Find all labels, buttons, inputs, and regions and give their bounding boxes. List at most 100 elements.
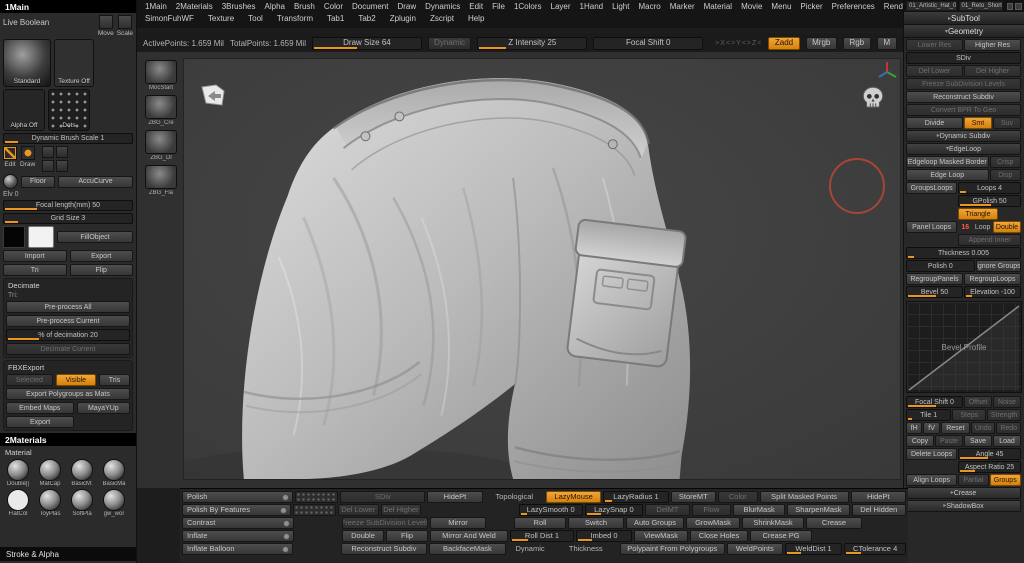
menu-item[interactable]: Zplugin [390,14,416,23]
material-thumb[interactable]: BasicMa [99,459,129,487]
shelf-button[interactable]: Dynamic [508,543,552,555]
stroke-alpha-footer[interactable]: Stroke & Alpha [0,547,136,561]
geometry-control[interactable]: Panel Loops [906,221,958,233]
dynamic-brush-scale-slider[interactable]: Dynamic Brush Scale 1 [3,133,133,144]
shelf-button[interactable]: Auto Groups [626,517,684,529]
scale-tool[interactable]: Scale [117,15,133,37]
mini-mode-icon[interactable] [42,146,55,158]
mini-mode-icon[interactable] [56,160,69,172]
geometry-control[interactable]: Loops 4 [958,182,1021,194]
menu-item[interactable]: Tab1 [327,14,344,23]
geometry-control[interactable]: GPolish 50 [958,195,1021,207]
shelf-button[interactable]: Double [342,530,384,542]
shelf-button[interactable]: Flow [691,504,731,516]
material-sphere-icon[interactable] [3,174,18,189]
shelf-button[interactable]: Del Higher [380,504,422,516]
shelf-button[interactable]: Topological [485,491,544,503]
shelf-button[interactable]: HidePt [427,491,483,503]
minimize-icon[interactable] [1006,2,1014,10]
shelf-button[interactable]: SDiv [340,491,426,503]
tool-strip-item[interactable]: MocStart [140,60,182,91]
shelf-button[interactable]: GrowMask [686,517,740,529]
geometry-control[interactable]: Reconstruct Subdiv [906,91,1021,103]
decimation-percent-slider[interactable]: % of decimation 20 [6,329,130,341]
shelf-button[interactable]: Contrast [182,517,294,529]
geometry-control[interactable]: Triangle [958,208,998,220]
shelf-button[interactable]: Split Masked Points [759,491,849,503]
shelf-button[interactable]: Roll Dist 1 [510,530,574,542]
home-page-arrow-icon[interactable] [200,83,226,112]
fbx-visible-toggle[interactable]: Visible [55,374,96,386]
mrgb-button[interactable]: Mrgb [805,36,837,50]
zadd-button[interactable]: Zadd [768,36,800,50]
document-viewport[interactable] [183,58,901,480]
shelf-button[interactable]: WeldPoints [726,543,783,555]
geometry-control[interactable]: Tile 1 [906,409,952,421]
geometry-control[interactable]: Double [992,221,1021,233]
shelf-button[interactable]: Switch [568,517,624,529]
geometry-control[interactable]: Partial [958,474,989,486]
material-thumb[interactable]: MatCap [35,459,65,487]
flip-button[interactable]: Flip [69,264,133,276]
shelf-button[interactable]: Del Lower [337,504,379,516]
mini-mode-icon[interactable] [42,160,55,172]
geometry-control[interactable]: Offset [964,396,992,408]
menu-item[interactable]: Layer [551,2,571,11]
material-thumb[interactable]: gw_wor [99,489,129,517]
subtool-section-header[interactable]: SubTool [904,12,1024,25]
geometry-control[interactable]: ShadowBox [906,500,1021,512]
geometry-control[interactable]: Disp [989,169,1021,181]
material-thumb[interactable]: BasicM: [67,459,97,487]
shelf-button[interactable]: Crease [806,517,862,529]
geometry-control[interactable]: Loop [973,221,992,233]
geometry-control[interactable]: Polish 0 [906,260,975,272]
axis-toggle[interactable]: >X< [715,40,731,47]
menu-item[interactable]: Edit [469,2,483,11]
shelf-button[interactable] [292,504,336,516]
accucurve-button[interactable]: AccuCurve [58,175,133,188]
shelf-button[interactable]: Imbed 0 [576,530,632,542]
geometry-control[interactable]: Edge Loop [906,169,989,181]
shelf-button[interactable]: WeldDist 1 [784,543,843,555]
material-thumb[interactable]: Double|| [3,459,33,487]
preprocess-current-button[interactable]: Pre-process Current [6,315,130,327]
geometry-control[interactable]: Save [964,435,992,447]
geometry-control[interactable]: GroupsLoops [906,182,958,194]
menu-item[interactable]: Macro [638,2,660,11]
geometry-control[interactable]: Copy [906,435,934,447]
menu-item[interactable]: Marker [670,2,695,11]
m-button[interactable]: M [876,36,898,50]
grid-size-slider[interactable]: Grid Size 3 [3,213,133,224]
geometry-control[interactable]: Bevel 50 [906,286,963,298]
shelf-button[interactable]: Crease PG [750,530,812,542]
tool-strip-item[interactable]: ZBG_Fla [140,165,182,196]
fbx-maya-yup-toggle[interactable]: MayaYUp [76,402,130,414]
tool-strip-item[interactable]: ZBG_Cre [140,95,182,126]
shelf-button[interactable]: DelMT [645,504,690,516]
axis-gizmo-icon[interactable] [876,61,898,88]
menu-item[interactable]: Material [704,2,732,11]
live-boolean-label[interactable]: Live Boolean [3,18,95,27]
edit-mode[interactable]: Edit [3,146,17,168]
focal-shift-slider[interactable]: Focal Shift 0 [593,36,704,50]
geometry-control[interactable]: Noise [993,396,1021,408]
menu-item[interactable]: Light [612,2,629,11]
geometry-control[interactable]: Suv [993,117,1021,129]
menu-item[interactable]: 1Hand [580,2,604,11]
geometry-control[interactable]: EdgeLoop [906,143,1021,155]
geometry-control[interactable]: Align Loops [906,474,958,486]
shelf-button[interactable]: Del Hidden [851,504,906,516]
shelf-button[interactable]: Inflate [182,530,294,542]
preprocess-all-button[interactable]: Pre-process All [6,301,130,313]
shelf-button[interactable]: StoreMT [670,491,717,503]
shelf-button[interactable] [294,491,339,503]
menu-item[interactable]: Preferences [832,2,875,11]
geometry-control[interactable]: RegroupLoops [964,273,1021,285]
geometry-control[interactable]: 16 [958,221,972,233]
rgb-button[interactable]: Rgb [842,36,871,50]
geometry-control[interactable]: Aspect Ratio 25 [958,461,1021,473]
draw-mode[interactable]: Draw [20,146,35,168]
menu-item[interactable]: Texture [208,14,234,23]
menu-item[interactable]: Brush [294,2,315,11]
move-tool[interactable]: Move [98,15,114,37]
